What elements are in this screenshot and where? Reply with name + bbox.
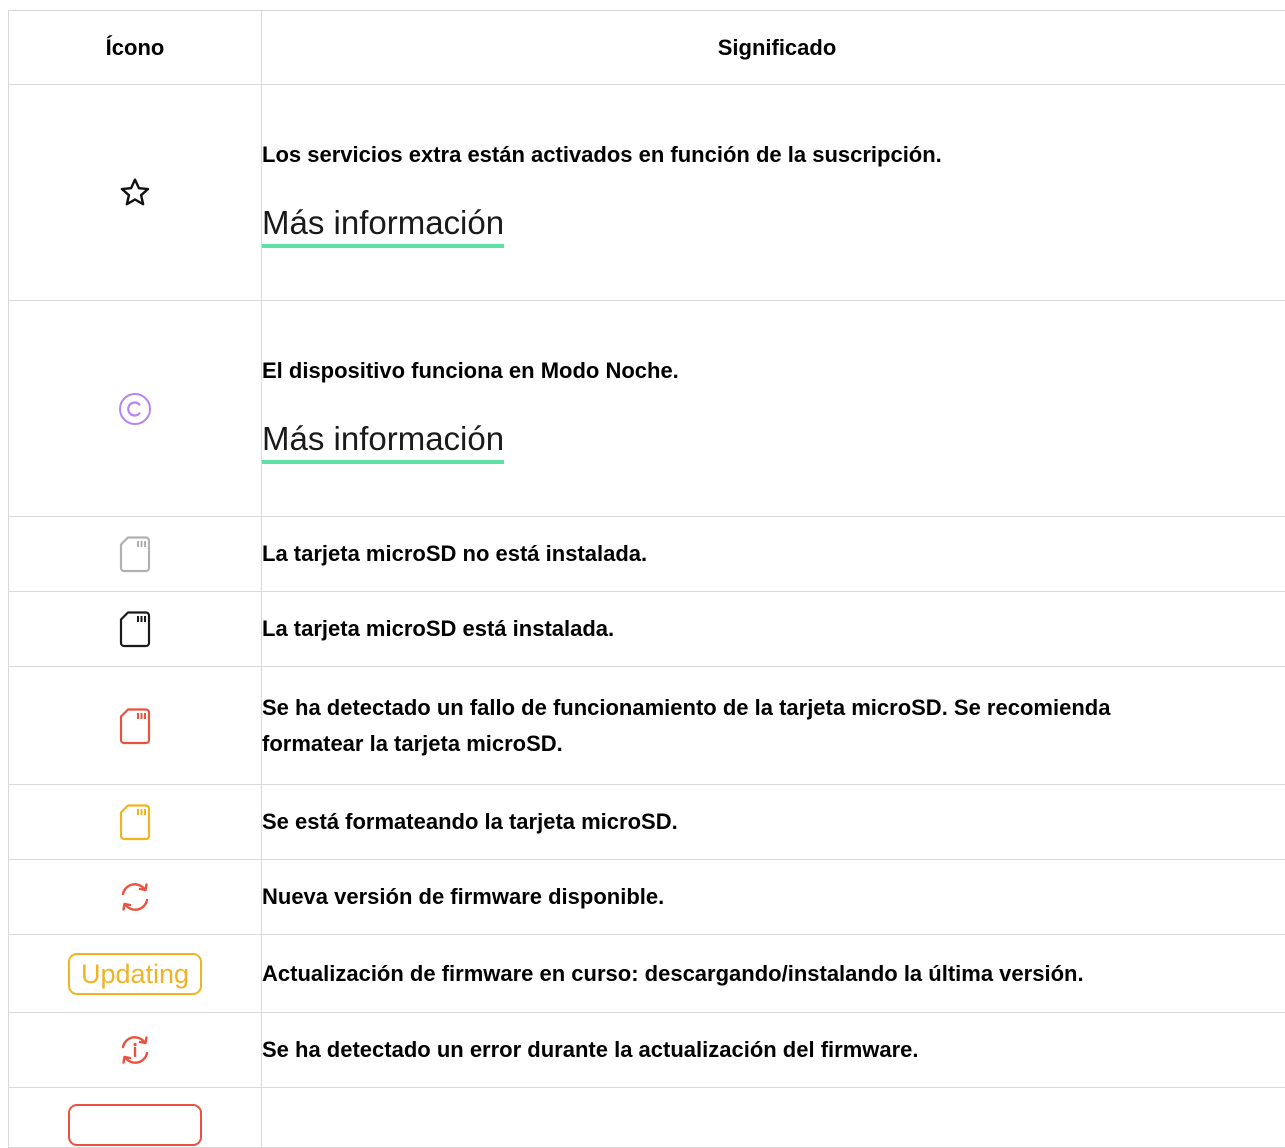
table-row: Updating — [9, 1088, 1285, 1148]
firmware-update-available-icon — [117, 879, 153, 915]
table-row: El dispositivo funciona en Modo Noche. M… — [9, 301, 1285, 517]
table-row: Se está formateando la tarjeta microSD. — [9, 785, 1285, 860]
more-info-link[interactable]: Más información — [262, 203, 504, 248]
row-description: Los servicios extra están activados en f… — [262, 137, 1285, 173]
table-row: La tarjeta microSD está instalada. — [9, 592, 1285, 667]
table-header-row: Ícono Significado — [9, 11, 1285, 85]
header-meaning: Significado — [262, 11, 1285, 85]
updating-badge: Updating — [68, 953, 202, 995]
row-description: Se está formateando la tarjeta microSD. — [262, 804, 1285, 840]
microsd-not-installed-icon — [118, 535, 152, 573]
microsd-installed-icon — [118, 610, 152, 648]
status-badge: Updating — [68, 1104, 202, 1146]
table-row: Nueva versión de firmware disponible. — [9, 860, 1285, 935]
more-info-link[interactable]: Más información — [262, 419, 504, 464]
microsd-formatting-icon — [118, 803, 152, 841]
row-description: El dispositivo funciona en Modo Noche. — [262, 353, 1285, 389]
microsd-error-icon — [118, 707, 152, 745]
row-description: La tarjeta microSD está instalada. — [262, 611, 1285, 647]
firmware-update-error-icon — [117, 1032, 153, 1068]
row-description: Actualización de firmware en curso: desc… — [262, 956, 1285, 992]
table-row: Se ha detectado un fallo de funcionamien… — [9, 667, 1285, 785]
row-description: La tarjeta microSD no está instalada. — [262, 536, 1285, 572]
icon-meaning-table: Ícono Significado Los servicios extra es… — [8, 10, 1285, 1148]
table-row: Updating Actualización de firmware en cu… — [9, 935, 1285, 1013]
table-row: Los servicios extra están activados en f… — [9, 85, 1285, 301]
row-description: Nueva versión de firmware disponible. — [262, 879, 1285, 915]
table-row: Se ha detectado un error durante la actu… — [9, 1013, 1285, 1088]
header-icon: Ícono — [9, 11, 262, 85]
table-row: La tarjeta microSD no está instalada. — [9, 517, 1285, 592]
night-mode-icon — [118, 392, 152, 426]
row-description: Se ha detectado un error durante la actu… — [262, 1032, 1285, 1068]
star-icon — [118, 176, 152, 210]
row-description: Se ha detectado un fallo de funcionamien… — [262, 690, 1285, 762]
